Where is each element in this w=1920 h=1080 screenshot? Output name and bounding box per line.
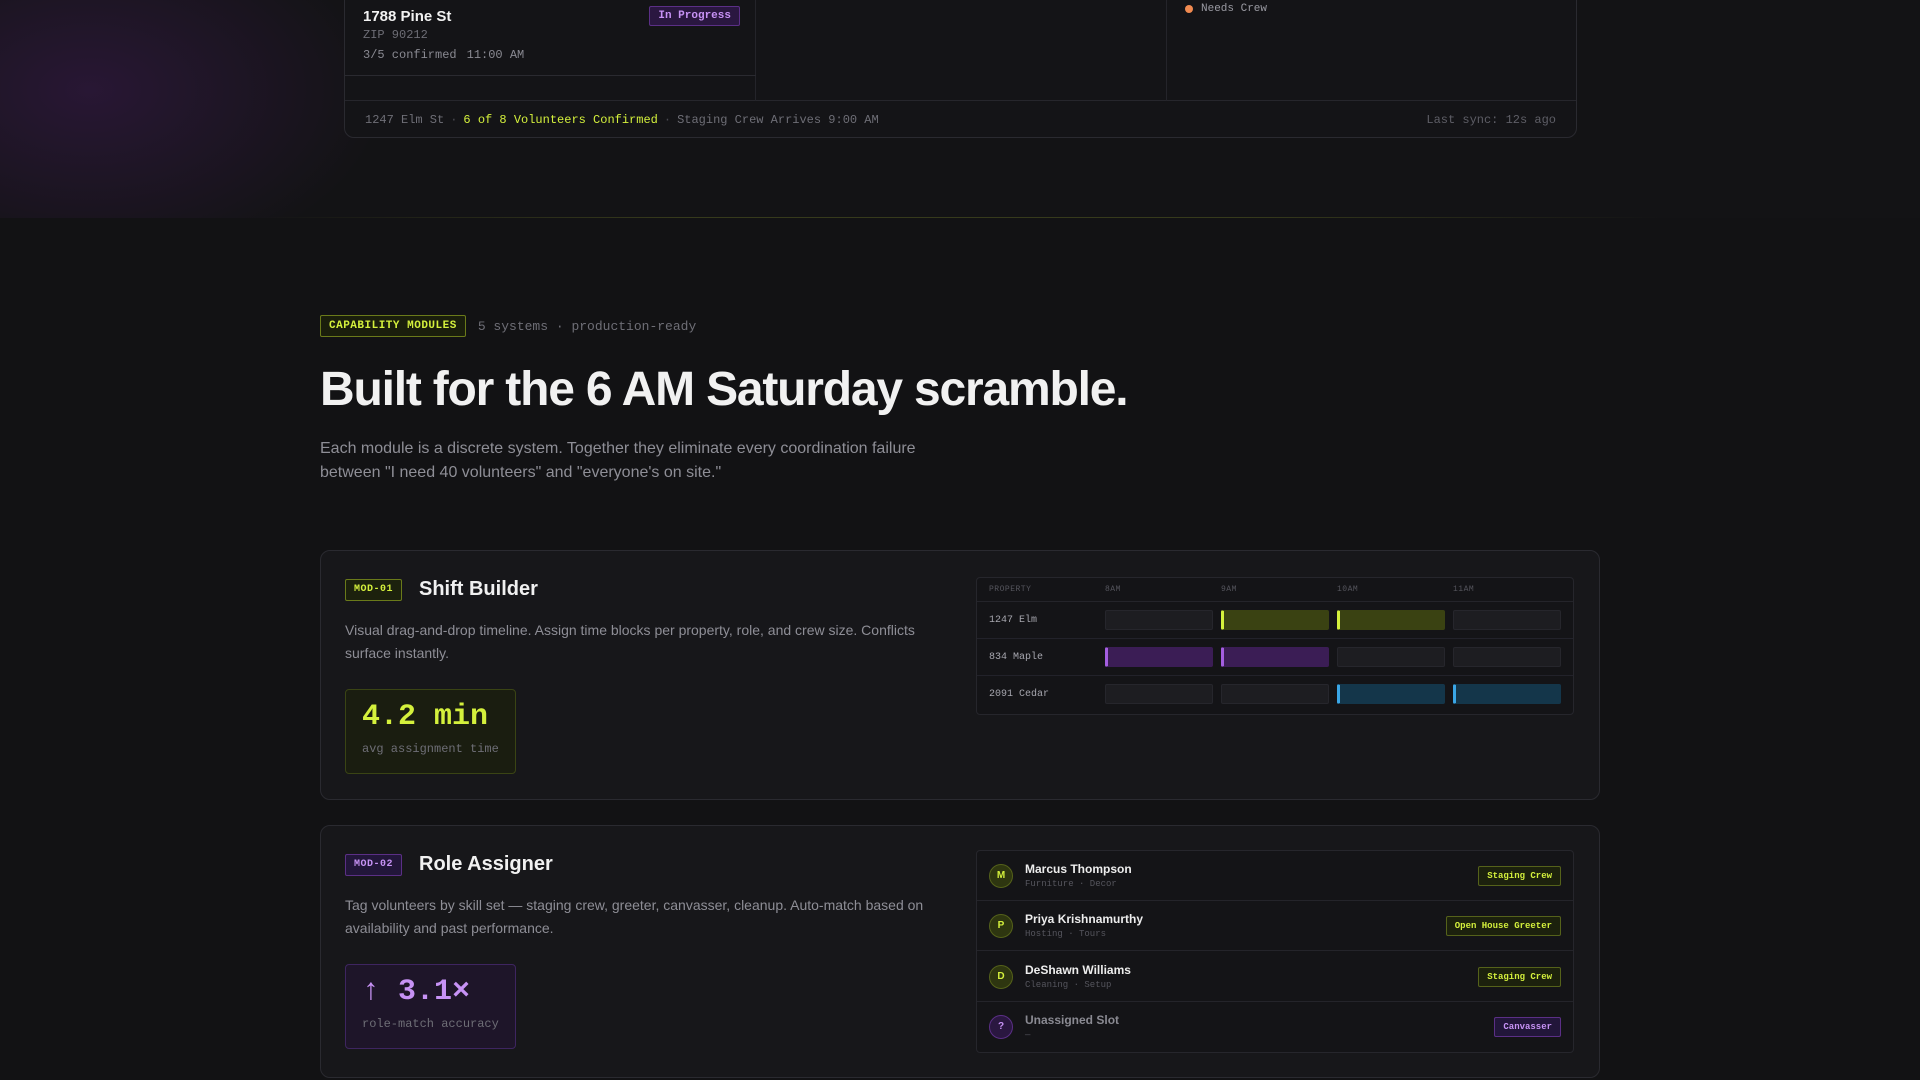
role-tag[interactable]: Open House Greeter [1445,916,1561,936]
footer-confirmed: 6 of 8 Volunteers Confirmed [463,113,658,127]
role-row[interactable]: M Marcus Thompson Furniture · Decor Stag… [977,851,1573,901]
shift-block-blue[interactable] [1453,684,1561,704]
empty-slot[interactable] [1221,684,1329,704]
role-tag[interactable]: Staging Crew [1478,967,1561,987]
property-zip: ZIP 90212 [363,28,428,42]
role-row-unassigned[interactable]: ? Unassigned Slot — Canvasser [977,1002,1573,1052]
footer-arrival: Staging Crew Arrives 9:00 AM [677,113,879,127]
stat-value: ↑ 3.1× [362,975,471,1009]
timeline-row-label: 2091 Cedar [989,689,1050,700]
volunteer-skills: — [1025,1030,1031,1040]
stat-value: 4.2 min [362,700,489,734]
role-row[interactable]: D DeShawn Williams Cleaning · Setup Stag… [977,952,1573,1002]
crew-status-label: Needs Crew [1201,3,1268,15]
volunteer-name: Priya Krishnamurthy [1025,912,1144,926]
role-row[interactable]: P Priya Krishnamurthy Hosting · Tours Op… [977,901,1573,951]
section-lead: Each module is a discrete system. Togeth… [320,440,916,481]
volunteer-name: Unassigned Slot [1025,1013,1120,1027]
property-confirmed: 3/5 confirmed [363,48,457,62]
shift-timeline: PROPERTY 8AM 9AM 10AM 11AM 1247 Elm 834 … [976,577,1574,715]
crew-status: Needs Crew [1185,3,1267,15]
volunteer-skills: Hosting · Tours [1025,929,1107,939]
column-header-11am: 11AM [1453,585,1475,594]
empty-slot[interactable] [1105,684,1213,704]
shift-block-lime[interactable] [1337,610,1445,630]
module-card-role-assigner: MOD-02 Role Assigner Tag volunteers by s… [320,825,1600,1078]
stat-box: ↑ 3.1× role-match accuracy [345,964,516,1049]
property-meta: 3/5 confirmed 11:00 AM [363,48,524,62]
stat-label: role-match accuracy [362,1017,499,1031]
avatar: P [989,914,1013,938]
footer-address: 1247 Elm St [365,113,445,127]
timeline-row-label: 834 Maple [989,652,1044,663]
shift-block-purple[interactable] [1105,647,1213,667]
empty-slot[interactable] [1105,610,1213,630]
column-header-8am: 8AM [1105,585,1121,594]
capability-badge: CAPABILITY MODULES [320,315,466,337]
module-title: Shift Builder [419,578,538,600]
empty-slot[interactable] [1453,647,1561,667]
volunteer-name: Marcus Thompson [1025,862,1132,876]
module-description: Visual drag-and-drop timeline. Assign ti… [345,622,915,661]
timeline-row: 2091 Cedar [977,676,1573,713]
avatar: M [989,864,1013,888]
module-description: Tag volunteers by skill set — staging cr… [345,897,924,936]
module-card-shift-builder: MOD-01 Shift Builder Visual drag-and-dro… [320,550,1600,800]
status-dot-icon [1185,5,1193,13]
shift-block-purple[interactable] [1221,647,1329,667]
separator: · [450,113,458,127]
role-tag[interactable]: Staging Crew [1478,866,1561,886]
timeline-row-label: 1247 Elm [989,615,1038,626]
role-tag[interactable]: Canvasser [1494,1017,1561,1037]
property-card[interactable]: 1788 Pine St ZIP 90212 3/5 confirmed 11:0… [345,0,756,76]
dashboard-column-status: Needs Crew [1167,0,1576,101]
dashboard-preview: 1788 Pine St ZIP 90212 3/5 confirmed 11:0… [344,0,1577,138]
avatar: ? [989,1015,1013,1039]
timeline-row: 834 Maple [977,639,1573,676]
shift-block-lime[interactable] [1221,610,1329,630]
section-divider [260,217,1660,218]
section-headline: Built for the 6 AM Saturday scramble. [320,363,1129,416]
dashboard-column-middle [756,0,1167,101]
empty-slot[interactable] [1453,610,1561,630]
footer-summary: 1247 Elm St · 6 of 8 Volunteers Confirmed ·… [365,113,879,127]
volunteer-skills: Cleaning · Setup [1025,980,1112,990]
separator: · [663,113,672,127]
module-tag: MOD-02 [345,854,403,876]
role-list: M Marcus Thompson Furniture · Decor Stag… [976,850,1574,1053]
module-title: Role Assigner [419,853,553,875]
module-tag: MOD-01 [345,579,403,601]
section-eyebrow: CAPABILITY MODULES 5 systems · productio… [320,315,696,337]
volunteer-skills: Furniture · Decor [1025,879,1117,889]
last-sync: Last sync: 12s ago [1426,113,1556,127]
timeline-row: 1247 Elm [977,602,1573,639]
column-header-9am: 9AM [1221,585,1237,594]
avatar: D [989,965,1013,989]
volunteer-name: DeShawn Williams [1025,963,1131,977]
dashboard-column-properties: 1788 Pine St ZIP 90212 3/5 confirmed 11:0… [345,0,756,101]
empty-slot[interactable] [1337,647,1445,667]
capability-subtitle: 5 systems · production-ready [477,318,697,334]
stat-box: 4.2 min avg assignment time [345,689,516,774]
shift-block-blue[interactable] [1337,684,1445,704]
dashboard-columns: 1788 Pine St ZIP 90212 3/5 confirmed 11:0… [345,0,1576,101]
status-badge: In Progress [649,6,740,26]
column-header-10am: 10AM [1337,585,1359,594]
stat-label: avg assignment time [362,742,499,756]
property-name: 1788 Pine St [363,8,452,25]
column-header-property: PROPERTY [989,585,1032,594]
property-time: 11:00 AM [466,48,525,62]
dashboard-footer: 1247 Elm St · 6 of 8 Volunteers Confirmed ·… [345,101,1576,137]
timeline-header: PROPERTY 8AM 9AM 10AM 11AM [977,578,1573,602]
